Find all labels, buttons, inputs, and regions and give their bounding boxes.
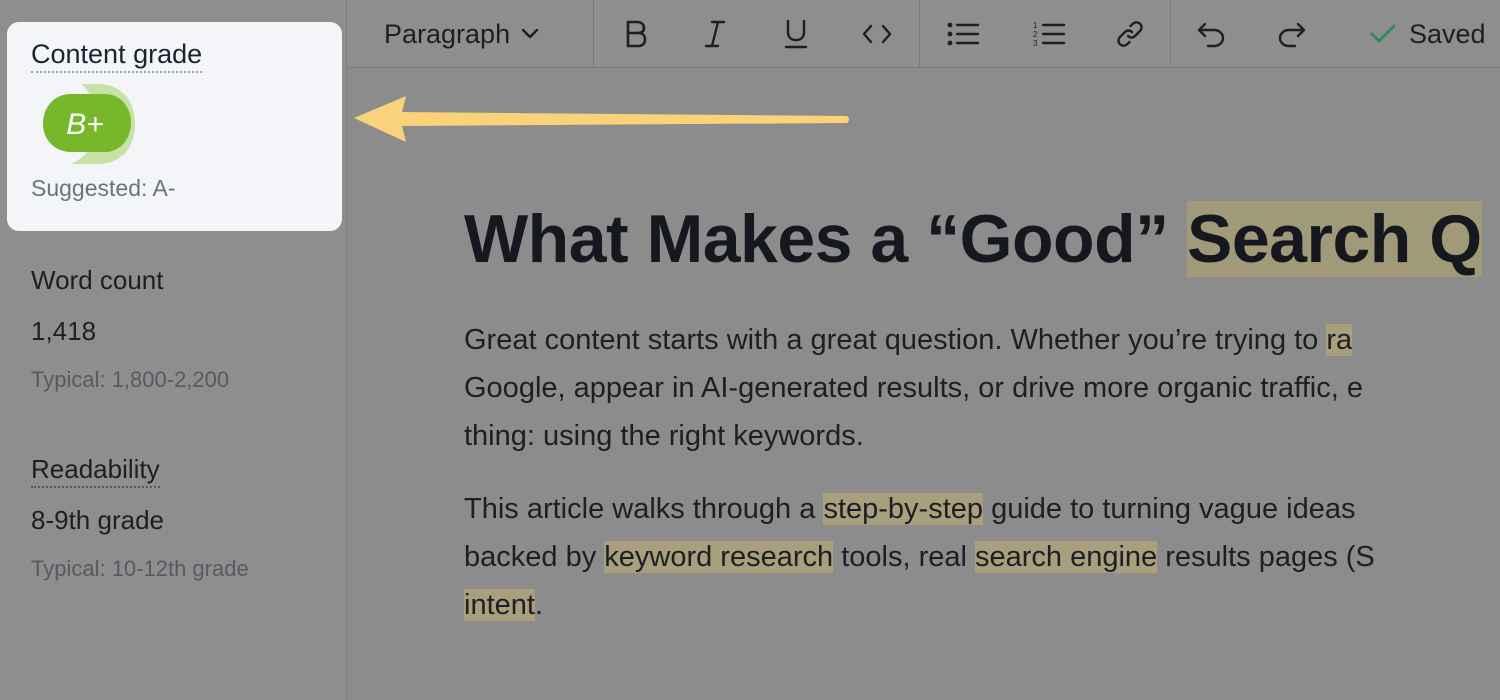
- paragraph-1-line-2[interactable]: Google, appear in AI-generated results, …: [464, 364, 1363, 412]
- grade-value: B+: [66, 108, 104, 141]
- undo-button[interactable]: [1191, 14, 1231, 54]
- word-count-value: 1,418: [31, 316, 97, 346]
- title-keyword-highlight[interactable]: Search Q: [1187, 201, 1482, 277]
- text-span: results pages (S: [1157, 541, 1375, 573]
- sidebar: Content grade B+ Suggested: A- Word coun…: [0, 0, 347, 700]
- bullet-list-icon: [947, 22, 980, 46]
- content-grade-title[interactable]: Content grade: [31, 38, 203, 73]
- keyword-highlight[interactable]: intent: [464, 589, 535, 621]
- underline-button[interactable]: [776, 14, 816, 54]
- bold-icon: [626, 20, 647, 48]
- editor-toolbar: Paragraph 1 2 3 Saved: [347, 0, 1500, 68]
- paragraph-2-line-2[interactable]: backed by keyword research tools, real s…: [464, 533, 1375, 581]
- keyword-highlight[interactable]: step-by-step: [823, 493, 984, 525]
- paragraph-2-line-1[interactable]: This article walks through a step-by-ste…: [464, 485, 1355, 533]
- text-span: Great content starts with a great questi…: [464, 324, 1327, 356]
- code-icon: [862, 24, 892, 44]
- toolbar-divider: [1170, 0, 1171, 67]
- check-icon: [1370, 24, 1396, 43]
- grade-badge-icon: B+: [43, 84, 135, 164]
- paragraph-style-label: Paragraph: [384, 18, 511, 49]
- suggested-grade: Suggested: A-: [31, 175, 176, 201]
- editor-content[interactable]: What Makes a “Good” Search Q Great conte…: [347, 68, 1500, 700]
- italic-button[interactable]: [695, 14, 735, 54]
- article-title[interactable]: What Makes a “Good” Search Q: [464, 196, 1482, 282]
- italic-icon: [704, 20, 726, 48]
- annotation-arrow-icon: [354, 96, 849, 142]
- keyword-highlight[interactable]: keyword research: [604, 541, 834, 573]
- bold-button[interactable]: [616, 14, 656, 54]
- paragraph-1-line-1[interactable]: Great content starts with a great questi…: [464, 316, 1353, 364]
- readability-value: 8-9th grade: [31, 505, 164, 535]
- paragraph-2-line-3[interactable]: intent.: [464, 581, 543, 629]
- link-button[interactable]: [1110, 14, 1150, 54]
- word-count-label: Word count: [31, 265, 164, 295]
- content-grade-card: Content grade B+ Suggested: A-: [7, 22, 342, 231]
- toolbar-divider: [919, 0, 920, 67]
- readability-label[interactable]: Readability: [31, 453, 160, 488]
- redo-icon: [1278, 22, 1306, 48]
- bullet-list-button[interactable]: [943, 14, 983, 54]
- paragraph-1-line-3[interactable]: thing: using the right keywords.: [464, 412, 864, 460]
- svg-text:3: 3: [1033, 39, 1038, 48]
- text-span: .: [534, 589, 544, 621]
- svg-text:2: 2: [1033, 30, 1038, 39]
- text-span: backed by: [464, 541, 605, 573]
- redo-button[interactable]: [1272, 14, 1312, 54]
- saved-label: Saved: [1409, 18, 1486, 49]
- text-span: tools, real: [833, 541, 975, 573]
- svg-text:1: 1: [1033, 21, 1038, 30]
- numbered-list-button[interactable]: 1 2 3: [1029, 14, 1069, 54]
- text-span: This article walks through a: [464, 493, 824, 525]
- word-count-typical: Typical: 1,800-2,200: [31, 367, 230, 392]
- undo-icon: [1197, 22, 1225, 48]
- keyword-highlight[interactable]: ra: [1326, 324, 1353, 356]
- underline-icon: [784, 19, 808, 49]
- toolbar-divider: [593, 0, 594, 67]
- numbered-list-icon: 1 2 3: [1033, 21, 1066, 48]
- saved-status: Saved: [1369, 14, 1486, 54]
- title-text: What Makes a “Good”: [464, 201, 1187, 277]
- code-button[interactable]: [857, 14, 897, 54]
- chevron-down-icon: [521, 28, 539, 39]
- text-span: guide to turning vague ideas: [983, 493, 1356, 525]
- keyword-highlight[interactable]: search engine: [974, 541, 1158, 573]
- readability-typical: Typical: 10-12th grade: [31, 556, 249, 581]
- link-icon: [1117, 21, 1143, 47]
- paragraph-style-dropdown[interactable]: Paragraph: [384, 14, 540, 54]
